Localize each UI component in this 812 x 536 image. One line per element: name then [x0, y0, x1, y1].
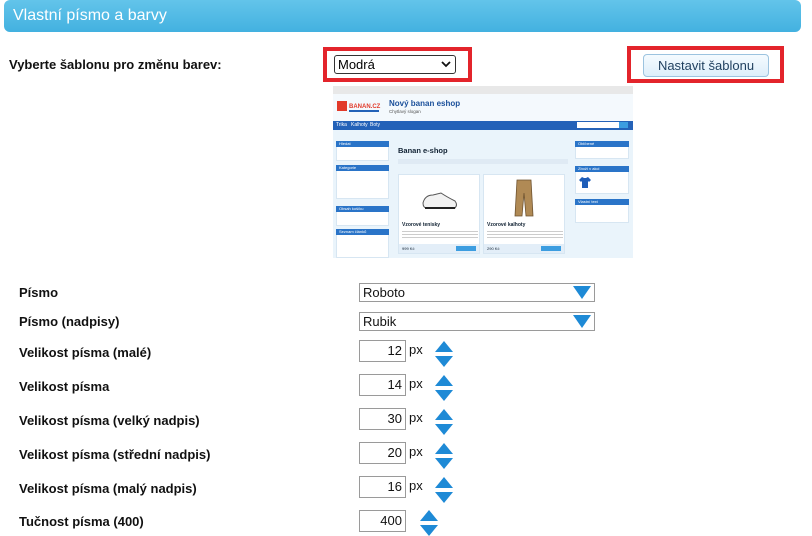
preview-box-head: Kategorie	[336, 165, 389, 171]
unit-label: px	[409, 410, 423, 425]
font-label: Písmo	[19, 285, 59, 300]
heading-font-label: Písmo (nadpisy)	[19, 314, 120, 329]
preview-box-head: Vlastní text	[575, 199, 629, 205]
preview-box-head: Obsah košíku	[336, 206, 389, 212]
preview-box-head: Zboží v akci	[575, 166, 629, 172]
unit-label: px	[409, 444, 423, 459]
arrow-up-icon	[435, 443, 453, 454]
preview-shop-name: Nový banan eshop	[389, 99, 461, 108]
preview-product-price: 999 Kč	[402, 246, 415, 251]
arrow-down-icon	[435, 492, 453, 503]
unit-label: px	[409, 342, 423, 357]
font-weight-label: Tučnost písma (400)	[19, 514, 144, 529]
section-title: Vlastní písmo a barvy	[13, 7, 167, 24]
size-input[interactable]: 14	[359, 374, 406, 396]
set-template-button[interactable]: Nastavit šablonu	[643, 54, 769, 77]
preview-box-head: Oblíbené	[575, 141, 629, 147]
preview-product-price: 290 Kč	[487, 246, 500, 251]
heading-font-select[interactable]: Rubik	[359, 312, 595, 331]
svg-text:BANAN.CZ: BANAN.CZ	[349, 104, 381, 110]
arrow-down-icon	[435, 424, 453, 435]
template-select-value: Modrá	[338, 57, 375, 72]
font-weight-stepper[interactable]	[420, 510, 438, 536]
size-small-heading-input[interactable]: 16	[359, 476, 406, 498]
arrow-down-icon	[435, 390, 453, 401]
preview-product-name: Vzorové kalhoty	[487, 222, 526, 228]
size-mid-heading-stepper[interactable]	[435, 443, 453, 469]
size-label: Velikost písma	[19, 379, 110, 394]
size-big-heading-stepper[interactable]	[435, 409, 453, 435]
tshirt-icon	[579, 177, 591, 188]
preview-product-card: Vzorové kalhoty 290 Kč	[483, 174, 565, 254]
font-weight-input[interactable]: 400	[359, 510, 406, 532]
section-header: Vlastní písmo a barvy	[4, 0, 801, 32]
size-small-stepper[interactable]	[435, 341, 453, 367]
preview-logo: BANAN.CZ	[337, 101, 381, 112]
heading-font-select-value: Rubik	[363, 314, 397, 329]
preview-main-title: Banan e-shop	[398, 146, 448, 155]
unit-label: px	[409, 376, 423, 391]
chevron-down-icon	[441, 61, 451, 68]
template-preview: BANAN.CZ Nový banan eshop Chytlavý sloga…	[333, 86, 633, 258]
arrow-up-icon	[435, 341, 453, 352]
preview-nav-item: Trika	[336, 122, 347, 128]
preview-product-desc	[487, 231, 563, 239]
preview-nav-item: Boty	[370, 122, 381, 128]
size-small-heading-stepper[interactable]	[435, 477, 453, 503]
preview-slogan: Chytlavý slogan	[389, 109, 421, 114]
preview-buy-button	[456, 246, 476, 251]
dropdown-arrow-icon	[573, 315, 591, 328]
preview-box-head: Seznam článků	[336, 229, 389, 235]
font-select[interactable]: Roboto	[359, 283, 595, 302]
preview-box-head: Hledat	[336, 141, 389, 147]
unit-label: px	[409, 478, 423, 493]
size-mid-heading-label: Velikost písma (střední nadpis)	[19, 447, 211, 462]
arrow-down-icon	[435, 356, 453, 367]
size-small-label: Velikost písma (malé)	[19, 345, 152, 360]
preview-filter-bar	[398, 159, 568, 164]
font-select-value: Roboto	[363, 285, 405, 300]
preview-search-input	[577, 122, 619, 128]
size-mid-heading-input[interactable]: 20	[359, 442, 406, 464]
arrow-down-icon	[420, 525, 438, 536]
size-small-input[interactable]: 12	[359, 340, 406, 362]
trousers-icon	[514, 179, 534, 217]
size-big-heading-label: Velikost písma (velký nadpis)	[19, 413, 200, 428]
preview-product-name: Vzorové tenisky	[402, 222, 441, 228]
preview-nav-item: Kalhoty	[351, 122, 368, 128]
preview-product-card: Vzorové tenisky 999 Kč	[398, 174, 480, 254]
template-select[interactable]: Modrá	[334, 55, 456, 74]
arrow-up-icon	[435, 409, 453, 420]
size-stepper[interactable]	[435, 375, 453, 401]
arrow-down-icon	[435, 458, 453, 469]
size-small-heading-label: Velikost písma (malý nadpis)	[19, 481, 197, 496]
template-select-label: Vyberte šablonu pro změnu barev:	[9, 57, 222, 72]
preview-product-desc	[402, 231, 478, 239]
arrow-up-icon	[435, 477, 453, 488]
preview-topbar	[333, 86, 633, 94]
arrow-up-icon	[435, 375, 453, 386]
size-big-heading-input[interactable]: 30	[359, 408, 406, 430]
arrow-up-icon	[420, 510, 438, 521]
dropdown-arrow-icon	[573, 286, 591, 299]
preview-search-button	[619, 122, 628, 128]
preview-buy-button	[541, 246, 561, 251]
sneaker-icon	[422, 192, 457, 209]
